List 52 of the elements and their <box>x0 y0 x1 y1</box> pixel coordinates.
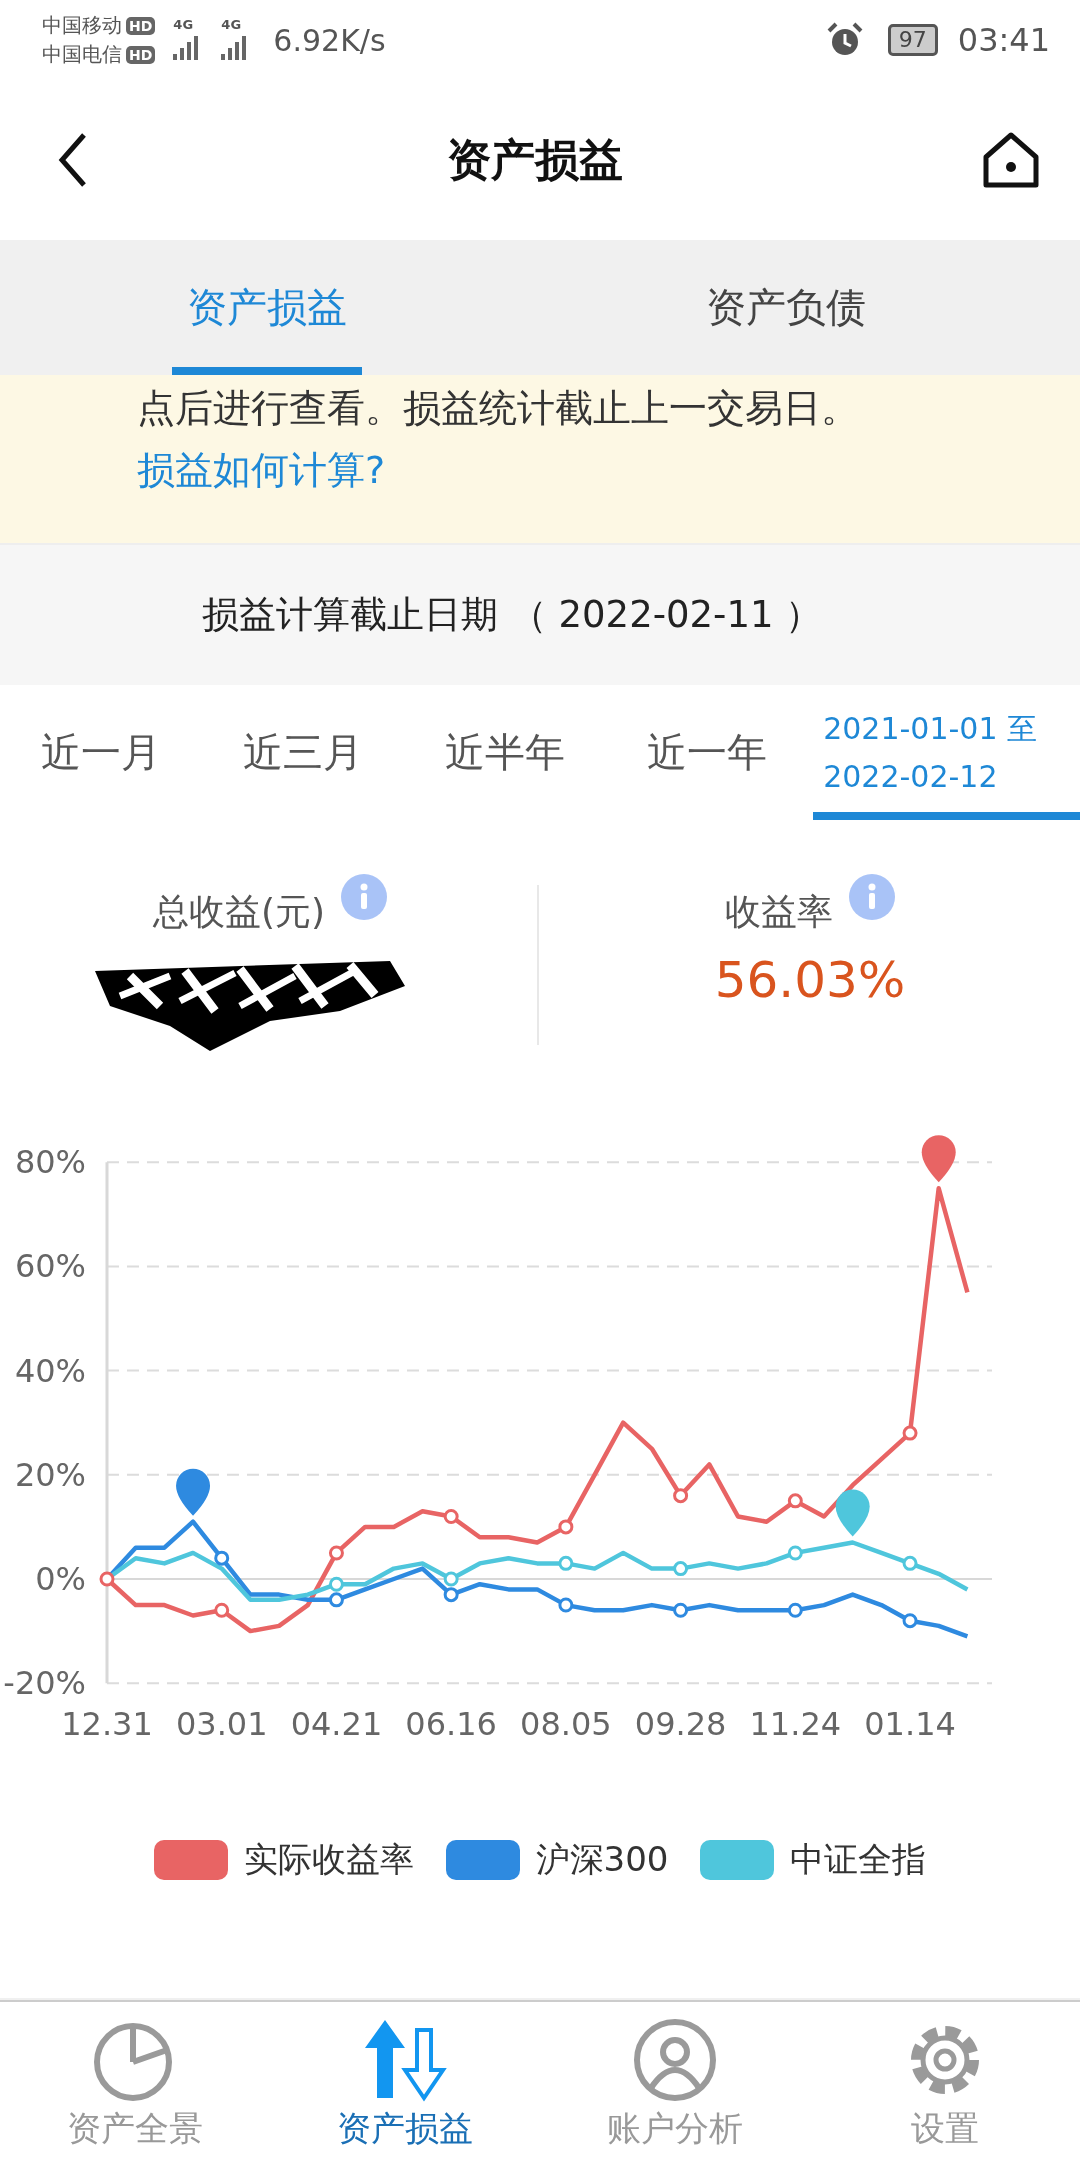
x-axis-label: 03.01 <box>175 1705 268 1744</box>
period-tab[interactable]: 近三月 <box>202 685 405 820</box>
x-axis-label: 09.28 <box>634 1705 727 1744</box>
notice-text: 点后进行查看。损益统计截止上一交易日。 损益如何计算? <box>137 385 860 494</box>
x-axis-label: 12.31 <box>61 1705 153 1744</box>
summary-label: 收益率 <box>725 890 833 934</box>
y-axis-label: 40% <box>14 1351 86 1390</box>
period-tab[interactable]: 近一年 <box>606 685 809 820</box>
x-axis-label: 04.21 <box>290 1705 383 1744</box>
help-link[interactable]: 损益如何计算? <box>137 448 386 492</box>
network-speed: 6.92K/s <box>273 22 386 58</box>
legend-swatch[interactable] <box>445 1840 520 1880</box>
hd-badge: HD <box>126 45 156 64</box>
up-down-arrows-icon <box>363 2018 447 2102</box>
hd-badge: HD <box>126 16 156 35</box>
peak-marker <box>921 1135 956 1183</box>
legend-label[interactable]: 沪深300 <box>535 1837 669 1883</box>
y-axis-label: -20% <box>3 1664 86 1703</box>
x-axis-label: 08.05 <box>520 1705 612 1744</box>
battery-indicator: 97 <box>887 24 938 56</box>
carrier-name: 中国电信 <box>42 41 122 68</box>
peak-marker <box>835 1489 870 1537</box>
legend-label[interactable]: 实际收益率 <box>243 1837 414 1883</box>
summary-label: 总收益(元) <box>152 890 326 934</box>
carrier-name: 中国移动 <box>42 12 122 39</box>
y-axis-label: 20% <box>14 1455 86 1494</box>
period-tab[interactable]: 2021-01-01 至 2022-02-12 <box>813 685 1080 820</box>
legend-swatch[interactable] <box>700 1840 775 1880</box>
clock-time: 03:41 <box>957 21 1050 59</box>
user-icon <box>633 2018 717 2102</box>
y-axis-label: 0% <box>35 1560 86 1598</box>
peak-marker <box>176 1468 211 1516</box>
tab[interactable]: 资产负债 <box>492 240 1080 375</box>
back-icon[interactable] <box>58 132 88 188</box>
x-axis-label: 01.14 <box>864 1705 956 1744</box>
y-axis-label: 80% <box>14 1143 86 1182</box>
home-icon[interactable] <box>982 131 1040 189</box>
y-axis-label: 60% <box>14 1247 86 1286</box>
legend-label[interactable]: 中证全指 <box>790 1837 927 1883</box>
info-icon[interactable] <box>341 874 388 920</box>
legend-swatch[interactable] <box>153 1840 228 1880</box>
network-type: 4G <box>173 18 194 32</box>
x-axis-label: 06.16 <box>405 1705 497 1744</box>
return-rate: 56.03% <box>714 951 906 1009</box>
network-type: 4G <box>221 18 242 32</box>
period-tab[interactable]: 近一月 <box>0 685 203 820</box>
page-title: 资产损益 <box>447 132 623 187</box>
info-icon[interactable] <box>849 874 895 920</box>
period-tab[interactable]: 近半年 <box>404 685 607 820</box>
cutoff-date: 损益计算截止日期 （ 2022-02-11 ） <box>202 592 823 638</box>
x-axis-label: 11.24 <box>749 1705 842 1744</box>
nav-item[interactable]: 资产损益 <box>270 2002 540 2160</box>
